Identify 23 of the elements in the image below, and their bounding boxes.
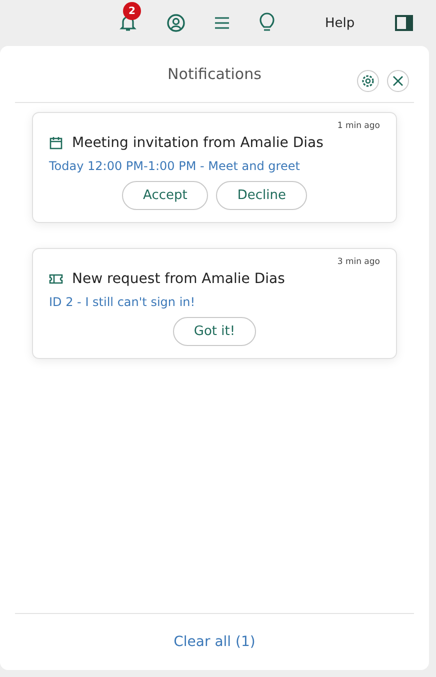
user-icon[interactable]: [166, 13, 186, 33]
action-button[interactable]: Got it!: [172, 317, 256, 346]
clear-all-link[interactable]: Clear all (1): [174, 634, 256, 650]
action-button[interactable]: Decline: [216, 181, 307, 210]
time-label: 3 min ago: [337, 257, 380, 267]
notification-link[interactable]: Today 12:00 PM-1:00 PM - Meet and greet: [49, 159, 380, 173]
settings-button[interactable]: [357, 70, 379, 92]
panel-title: Notifications: [168, 65, 262, 83]
calendar-icon: [49, 136, 63, 150]
close-button[interactable]: [387, 70, 409, 92]
action-button[interactable]: Accept: [122, 181, 208, 210]
side-panel-icon[interactable]: [394, 15, 413, 31]
menu-icon[interactable]: [213, 16, 231, 30]
notification-badge: 2: [123, 2, 141, 20]
close-icon: [392, 75, 404, 87]
time-label: 1 min ago: [337, 121, 380, 131]
lightbulb-icon[interactable]: [258, 12, 276, 34]
notification-link[interactable]: ID 2 - I still can't sign in!: [49, 295, 380, 309]
notification-title: New request from Amalie Dias: [72, 271, 285, 287]
help-button[interactable]: Help: [325, 16, 355, 30]
ticket-icon: [49, 273, 63, 285]
notification-title: Meeting invitation from Amalie Dias: [72, 135, 324, 151]
gear-icon: [361, 74, 375, 88]
